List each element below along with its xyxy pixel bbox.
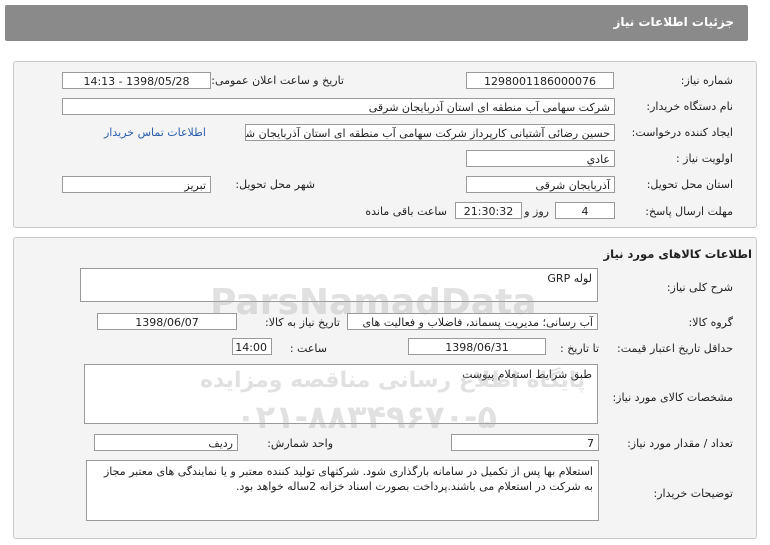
hour-field: 14:00 (232, 338, 272, 355)
city-field: تبریز (62, 176, 211, 193)
specs-field: طبق شرایط استعلام پیوست (84, 364, 598, 424)
need-number-field: 1298001186000076 (466, 72, 614, 89)
province-label: استان محل تحویل: (646, 178, 733, 191)
unit-field: رديف (94, 434, 238, 451)
days-word: روز و (524, 205, 549, 218)
goods-group-field: آب رسانی؛ مدیریت پسماند، فاضلاب و فعالیت… (347, 313, 598, 330)
creator-label: ایجاد کننده درخواست: (631, 126, 733, 139)
unit-label: واحد شمارش: (267, 437, 333, 450)
priority-field: عادي (466, 150, 615, 167)
buyer-contact-link[interactable]: اطلاعات تماس خریدار (104, 126, 206, 139)
deadline-time-field: 21:30:32 (455, 202, 522, 219)
quantity-field: 7 (451, 434, 599, 451)
announce-datetime-field: 1398/05/28 - 14:13 (62, 72, 211, 89)
general-desc-field: لوله GRP (80, 268, 598, 302)
goods-section-title: اطلاعات کالاهای مورد نیاز (603, 247, 752, 261)
priority-label: اولویت نیاز : (675, 152, 733, 165)
need-date-label: تاریخ نیاز به کالا: (265, 316, 340, 329)
buyer-notes-label: توضیحات خریدار: (653, 487, 734, 500)
until-date-label: تا تاریخ : (560, 342, 599, 355)
general-desc-label: شرح کلی نیاز: (666, 281, 733, 294)
creator-field: حسین رضائی آشتیانی کارپرداز شرکت سهامی آ… (245, 124, 615, 141)
goods-group-label: گروه کالا: (688, 316, 733, 329)
announce-datetime-label: تاریخ و ساعت اعلان عمومی: (211, 74, 344, 87)
remaining-time-label: ساعت باقی مانده (365, 205, 447, 218)
buyer-notes-field: استعلام بها پس از تکمیل در سامانه بارگذا… (86, 460, 599, 521)
deadline-days-field: 4 (555, 202, 615, 219)
page-title: جزئیات اطلاعات نیاز (613, 15, 734, 29)
until-date-field: 1398/06/31 (408, 338, 546, 355)
need-date-field: 1398/06/07 (97, 313, 237, 330)
quantity-label: تعداد / مقدار مورد نیاز: (627, 437, 733, 450)
hour-label: ساعت : (289, 342, 327, 355)
buyer-org-field: شرکت سهامی آب منطقه ای استان آذربایجان ش… (62, 98, 615, 115)
deadline-label: مهلت ارسال پاسخ: (645, 205, 733, 218)
min-price-validity-label: حداقل تاریخ اعتبار قیمت: (617, 342, 733, 355)
buyer-org-label: نام دستگاه خریدار: (646, 100, 733, 113)
city-label: شهر محل تحویل: (235, 178, 315, 191)
province-field: آذربایجان شرقی (466, 176, 615, 193)
page-header: جزئیات اطلاعات نیاز (5, 5, 748, 41)
need-number-label: شماره نیاز: (680, 74, 733, 87)
specs-label: مشخصات کالای مورد نیاز: (612, 391, 733, 404)
